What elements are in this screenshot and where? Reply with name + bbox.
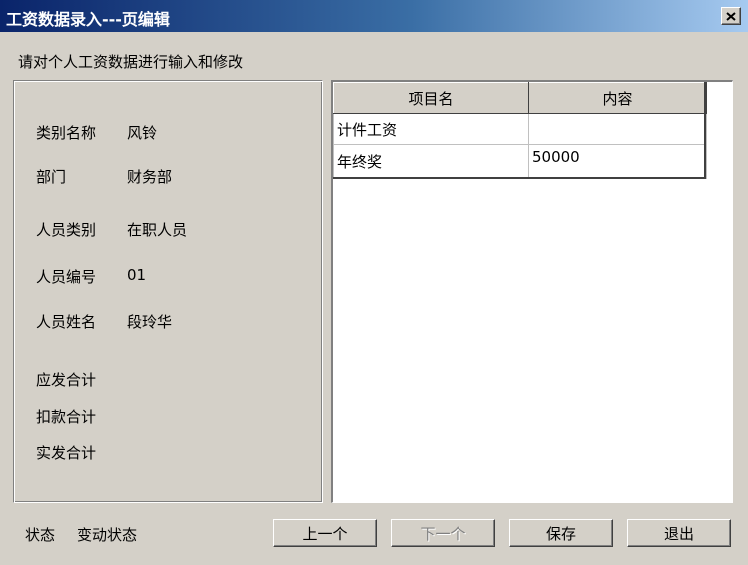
column-header-content[interactable]: 内容 xyxy=(528,82,707,114)
window-title: 工资数据录入---页编辑 xyxy=(6,10,170,29)
department-label: 部门 xyxy=(36,168,67,186)
department-value: 财务部 xyxy=(127,168,173,186)
grid-cell-item[interactable]: 年终奖 xyxy=(333,144,529,179)
status-label: 状态 xyxy=(25,526,56,544)
staff-id-value: 01 xyxy=(127,266,147,284)
close-icon xyxy=(726,11,736,21)
staff-name-label: 人员姓名 xyxy=(36,313,97,331)
grid-cell-content[interactable]: 50000 xyxy=(528,144,707,179)
employee-info-panel: 类别名称 风铃 部门 财务部 人员类别 在职人员 人员编号 01 人员姓名 段玲… xyxy=(13,80,323,503)
deduction-total-label: 扣款合计 xyxy=(36,408,97,426)
staff-name-value: 段玲华 xyxy=(127,313,173,331)
table-row: 年终奖 50000 xyxy=(333,144,707,179)
salary-grid-panel[interactable]: 项目名 内容 计件工资 年终奖 50000 xyxy=(331,80,733,503)
category-label: 类别名称 xyxy=(36,124,97,142)
save-button[interactable]: 保存 xyxy=(509,519,613,547)
prev-button[interactable]: 上一个 xyxy=(273,519,377,547)
column-header-item[interactable]: 项目名 xyxy=(333,82,529,114)
grid-cell-item[interactable]: 计件工资 xyxy=(333,113,529,145)
table-row: 计件工资 xyxy=(333,113,707,145)
salary-entry-dialog: 工资数据录入---页编辑 请对个人工资数据进行输入和修改 类别名称 风铃 部门 … xyxy=(0,0,748,565)
net-total-label: 实发合计 xyxy=(36,444,97,462)
grid-header-row: 项目名 内容 xyxy=(333,82,707,114)
instruction-text: 请对个人工资数据进行输入和修改 xyxy=(18,53,244,71)
payable-total-label: 应发合计 xyxy=(36,371,97,389)
salary-grid: 项目名 内容 计件工资 年终奖 50000 xyxy=(333,82,707,179)
close-button[interactable] xyxy=(721,7,741,25)
staff-id-label: 人员编号 xyxy=(36,268,97,286)
title-bar[interactable]: 工资数据录入---页编辑 xyxy=(0,0,748,32)
exit-button[interactable]: 退出 xyxy=(627,519,731,547)
status-value: 变动状态 xyxy=(77,526,138,544)
category-value: 风铃 xyxy=(127,124,158,142)
next-button[interactable]: 下一个 xyxy=(391,519,495,547)
staff-type-label: 人员类别 xyxy=(36,221,97,239)
staff-type-value: 在职人员 xyxy=(127,221,188,239)
grid-cell-content[interactable] xyxy=(528,113,707,145)
